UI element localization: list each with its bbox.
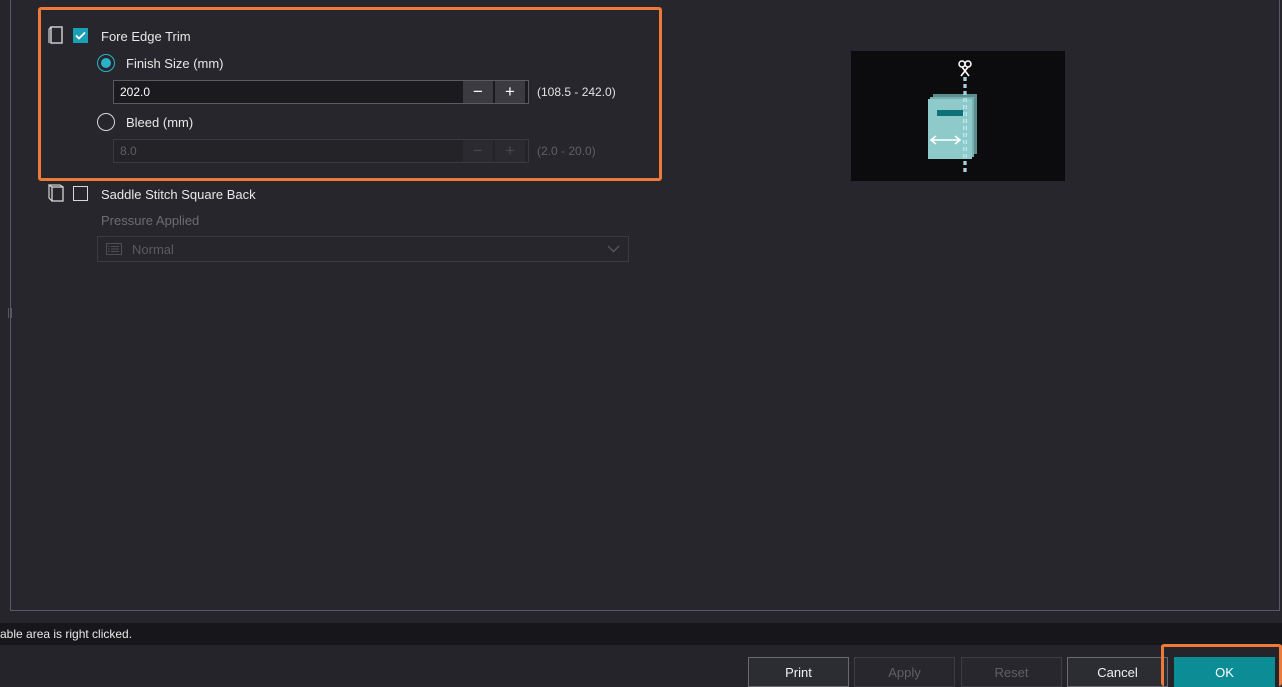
scissors-icon [958,60,972,77]
reset-button[interactable]: Reset [961,657,1062,687]
splitter-handle[interactable] [8,308,12,318]
bleed-label: Bleed (mm) [126,115,194,130]
plus-icon: + [505,141,515,160]
plus-icon: + [505,82,515,101]
chevron-down-icon [607,245,620,253]
minus-icon: − [473,82,483,101]
finish-size-label: Finish Size (mm) [126,56,224,71]
print-button[interactable]: Print [748,657,849,687]
minus-icon: − [473,141,483,160]
saddle-stitch-checkbox[interactable] [73,186,88,201]
fore-edge-trim-checkbox[interactable] [73,28,88,43]
bleed-radio[interactable] [97,113,115,131]
status-text: able area is right clicked. [0,627,133,641]
pressure-applied-select[interactable]: Normal [97,236,629,262]
finish-size-radio[interactable] [97,54,115,72]
list-icon [106,243,122,255]
bleed-decrement-button[interactable]: − [463,140,493,162]
finish-size-decrement-button[interactable]: − [463,81,493,103]
apply-button[interactable]: Apply [854,657,955,687]
trim-preview-image [851,51,1065,181]
check-icon [75,31,86,40]
square-back-book-icon [48,184,64,202]
pressure-applied-label: Pressure Applied [101,213,200,228]
saddle-stitch-label: Saddle Stitch Square Back [101,187,256,202]
finish-size-increment-button[interactable]: + [495,81,525,103]
book-icon [48,26,63,44]
highlight-ok [1161,644,1282,686]
pressure-applied-value: Normal [132,241,174,257]
book-trim-illustration [928,60,977,175]
bleed-range: (2.0 - 20.0) [537,144,596,158]
fore-edge-trim-label: Fore Edge Trim [101,29,191,44]
bleed-increment-button[interactable]: + [495,140,525,162]
cancel-button[interactable]: Cancel [1067,657,1168,687]
radio-dot [101,58,111,68]
status-bar: able area is right clicked. [0,623,1282,645]
finish-size-range: (108.5 - 242.0) [537,85,616,99]
